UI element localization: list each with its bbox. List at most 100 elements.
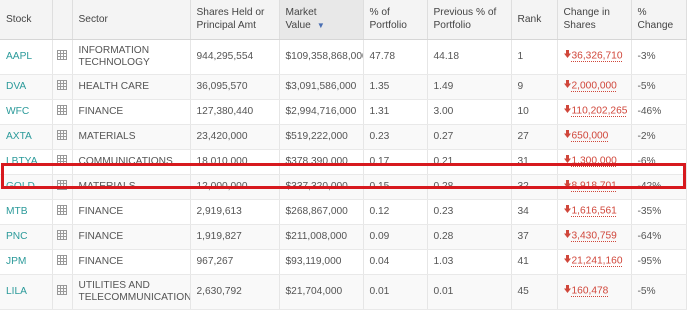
grid-icon[interactable]	[57, 104, 67, 119]
grid-icon-cell[interactable]	[52, 249, 73, 275]
grid-icon-cell[interactable]	[52, 149, 73, 175]
pct-portfolio-cell: 1.31	[363, 99, 428, 125]
pct-change-cell: -46%	[631, 99, 687, 125]
table-row[interactable]: LBTYA COMMUNICATIONS 18,010,000 $378,390,00…	[0, 149, 687, 175]
decrease-arrow-icon	[563, 80, 571, 92]
decrease-arrow-icon	[563, 285, 571, 297]
market-value-cell: $2,994,716,000	[279, 99, 364, 125]
decrease-arrow-icon	[563, 50, 571, 62]
grid-icon-cell[interactable]	[52, 224, 73, 250]
prev-pct-cell: 0.23	[427, 199, 512, 225]
grid-icon-cell[interactable]	[52, 74, 73, 100]
stock-ticker-link[interactable]: DVA	[0, 74, 53, 100]
col-header-change-shares[interactable]: Change in Shares	[557, 0, 632, 40]
pct-change-cell: -2%	[631, 124, 687, 150]
market-value-cell: $109,358,868,000	[279, 39, 364, 75]
stock-ticker-link[interactable]: LILA	[0, 274, 53, 310]
col-header-pct-change[interactable]: % Change	[631, 0, 687, 40]
sector-cell: FINANCE	[72, 224, 191, 250]
pct-portfolio-cell: 0.23	[363, 124, 428, 150]
stock-ticker-link[interactable]: PNC	[0, 224, 53, 250]
grid-icon[interactable]	[57, 49, 67, 64]
stock-ticker-link[interactable]: LBTYA	[0, 149, 53, 175]
market-value-cell: $378,390,000	[279, 149, 364, 175]
change-shares-value: 1,300,000	[571, 155, 617, 167]
market-value-cell: $3,091,586,000	[279, 74, 364, 100]
prev-pct-cell: 1.49	[427, 74, 512, 100]
change-shares-value: 8,918,701	[571, 180, 617, 192]
change-shares-cell[interactable]: 21,241,160	[557, 249, 632, 275]
table-row[interactable]: AXTA MATERIALS 23,420,000 $519,222,000 0.23 0…	[0, 124, 687, 150]
col-header-market-value[interactable]: Market Value ▼	[279, 0, 364, 40]
change-shares-cell[interactable]: 1,616,561	[557, 199, 632, 225]
table-row[interactable]: AAPL INFORMATION TECHNOLOGY 944,295,554 $10…	[0, 39, 687, 75]
change-shares-cell[interactable]: 36,326,710	[557, 39, 632, 75]
decrease-arrow-icon	[563, 205, 571, 217]
sector-cell: MATERIALS	[72, 124, 191, 150]
table-row[interactable]: JPM FINANCE 967,267 $93,119,000 0.04 1.03 41 21…	[0, 249, 687, 275]
pct-change-cell: -95%	[631, 249, 687, 275]
change-shares-cell[interactable]: 2,000,000	[557, 74, 632, 100]
pct-portfolio-cell: 0.01	[363, 274, 428, 310]
table-row[interactable]: LILA UTILITIES AND TELECOMMUNICATIONS 2,63…	[0, 274, 687, 310]
change-shares-cell[interactable]: 110,202,265	[557, 99, 632, 125]
grid-icon[interactable]	[57, 204, 67, 219]
pct-portfolio-cell: 47.78	[363, 39, 428, 75]
col-header-shares[interactable]: Shares Held or Principal Amt	[190, 0, 280, 40]
shares-cell: 12,000,000	[190, 174, 280, 200]
grid-icon-cell[interactable]	[52, 39, 73, 75]
shares-cell: 127,380,440	[190, 99, 280, 125]
stock-ticker-link[interactable]: MTB	[0, 199, 53, 225]
pct-portfolio-cell: 0.04	[363, 249, 428, 275]
grid-icon-cell[interactable]	[52, 274, 73, 310]
grid-icon-cell[interactable]	[52, 174, 73, 200]
col-header-pct-portfolio[interactable]: % of Portfolio	[363, 0, 428, 40]
decrease-arrow-icon	[563, 180, 571, 192]
shares-cell: 23,420,000	[190, 124, 280, 150]
shares-cell: 2,919,613	[190, 199, 280, 225]
prev-pct-cell: 0.27	[427, 124, 512, 150]
col-header-market-value-label: Market Value	[285, 7, 317, 32]
decrease-arrow-icon	[563, 255, 571, 267]
stock-ticker-link[interactable]: AXTA	[0, 124, 53, 150]
grid-icon-cell[interactable]	[52, 99, 73, 125]
table-row[interactable]: DVA HEALTH CARE 36,095,570 $3,091,586,000 1.…	[0, 74, 687, 100]
change-shares-cell[interactable]: 650,000	[557, 124, 632, 150]
rank-cell: 31	[511, 149, 558, 175]
grid-icon[interactable]	[57, 229, 67, 244]
change-shares-cell[interactable]: 8,918,701	[557, 174, 632, 200]
prev-pct-cell: 44.18	[427, 39, 512, 75]
sector-cell: FINANCE	[72, 99, 191, 125]
table-row[interactable]: PNC FINANCE 1,919,827 $211,008,000 0.09 0.28 3…	[0, 224, 687, 250]
grid-icon[interactable]	[57, 154, 67, 169]
stock-ticker-link[interactable]: GOLD	[0, 174, 53, 200]
grid-icon-cell[interactable]	[52, 124, 73, 150]
change-shares-cell[interactable]: 3,430,759	[557, 224, 632, 250]
stock-ticker-link[interactable]: AAPL	[0, 39, 53, 75]
grid-icon[interactable]	[57, 254, 67, 269]
col-header-stock[interactable]: Stock	[0, 0, 53, 40]
shares-cell: 2,630,792	[190, 274, 280, 310]
table-row[interactable]: MTB FINANCE 2,919,613 $268,867,000 0.12 0.23 3…	[0, 199, 687, 225]
table-row[interactable]: GOLD MATERIALS 12,000,000 $337,320,000 0.15 0…	[0, 174, 687, 200]
grid-icon[interactable]	[57, 129, 67, 144]
grid-icon[interactable]	[57, 79, 67, 94]
col-header-sector[interactable]: Sector	[72, 0, 191, 40]
decrease-arrow-icon	[563, 105, 571, 117]
change-shares-cell[interactable]: 1,300,000	[557, 149, 632, 175]
col-header-rank[interactable]: Rank	[511, 0, 558, 40]
stock-ticker-link[interactable]: JPM	[0, 249, 53, 275]
rank-cell: 45	[511, 274, 558, 310]
pct-change-cell: -5%	[631, 274, 687, 310]
table-row[interactable]: WFC FINANCE 127,380,440 $2,994,716,000 1.31 3…	[0, 99, 687, 125]
grid-icon[interactable]	[57, 179, 67, 194]
change-shares-cell[interactable]: 160,478	[557, 274, 632, 310]
grid-icon[interactable]	[57, 284, 67, 299]
prev-pct-cell: 0.01	[427, 274, 512, 310]
grid-icon-cell[interactable]	[52, 199, 73, 225]
prev-pct-cell: 1.03	[427, 249, 512, 275]
col-header-icon	[52, 0, 73, 40]
col-header-prev-pct[interactable]: Previous % of Portfolio	[427, 0, 512, 40]
pct-change-cell: -5%	[631, 74, 687, 100]
stock-ticker-link[interactable]: WFC	[0, 99, 53, 125]
